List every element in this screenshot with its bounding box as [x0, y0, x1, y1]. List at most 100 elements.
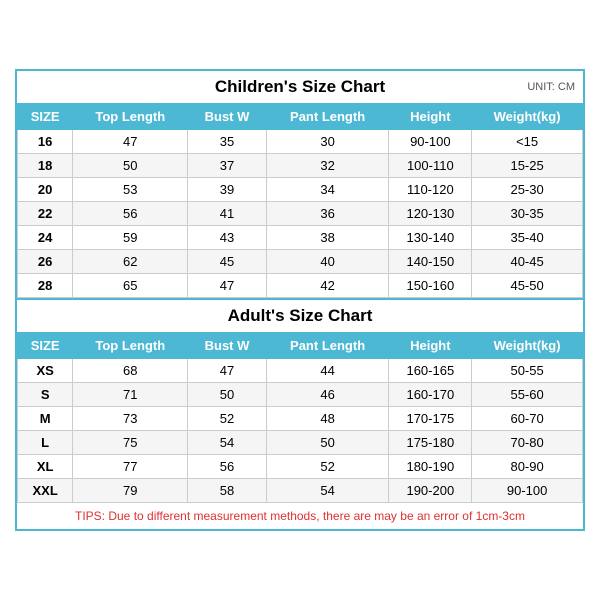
table-cell: 16 — [18, 130, 73, 154]
table-cell: 34 — [266, 178, 389, 202]
table-cell: 160-170 — [389, 383, 472, 407]
table-cell: 40-45 — [472, 250, 583, 274]
adult-col-weight: Weight(kg) — [472, 333, 583, 359]
adult-header-row: SIZE Top Length Bust W Pant Length Heigh… — [18, 333, 583, 359]
table-cell: XL — [18, 455, 73, 479]
table-cell: 47 — [188, 274, 266, 298]
table-cell: 80-90 — [472, 455, 583, 479]
table-cell: 25-30 — [472, 178, 583, 202]
children-col-top-length: Top Length — [73, 104, 188, 130]
table-cell: 32 — [266, 154, 389, 178]
table-cell: <15 — [472, 130, 583, 154]
table-cell: 79 — [73, 479, 188, 503]
table-cell: 44 — [266, 359, 389, 383]
adult-col-pant-length: Pant Length — [266, 333, 389, 359]
table-cell: 54 — [188, 431, 266, 455]
adult-col-size: SIZE — [18, 333, 73, 359]
children-header-row: SIZE Top Length Bust W Pant Length Heigh… — [18, 104, 583, 130]
table-cell: 77 — [73, 455, 188, 479]
table-cell: 59 — [73, 226, 188, 250]
children-col-bust-w: Bust W — [188, 104, 266, 130]
table-row: XXL795854190-20090-100 — [18, 479, 583, 503]
table-cell: 130-140 — [389, 226, 472, 250]
table-cell: 75 — [73, 431, 188, 455]
table-cell: 52 — [188, 407, 266, 431]
table-cell: 140-150 — [389, 250, 472, 274]
table-row: 24594338130-14035-40 — [18, 226, 583, 250]
table-cell: 48 — [266, 407, 389, 431]
table-row: XS684744160-16550-55 — [18, 359, 583, 383]
table-cell: 47 — [188, 359, 266, 383]
table-cell: 175-180 — [389, 431, 472, 455]
table-cell: 26 — [18, 250, 73, 274]
adult-col-top-length: Top Length — [73, 333, 188, 359]
table-row: S715046160-17055-60 — [18, 383, 583, 407]
table-cell: 30-35 — [472, 202, 583, 226]
table-cell: 160-165 — [389, 359, 472, 383]
table-cell: 71 — [73, 383, 188, 407]
table-row: XL775652180-19080-90 — [18, 455, 583, 479]
tips-row: TIPS: Due to different measurement metho… — [17, 503, 583, 529]
table-cell: 90-100 — [389, 130, 472, 154]
table-cell: 50 — [73, 154, 188, 178]
table-cell: 24 — [18, 226, 73, 250]
table-cell: 150-160 — [389, 274, 472, 298]
table-cell: 120-130 — [389, 202, 472, 226]
adult-chart-title: Adult's Size Chart — [228, 306, 373, 325]
children-chart-title: Children's Size Chart — [215, 77, 385, 96]
size-chart-container: Children's Size Chart UNIT: CM SIZE Top … — [15, 69, 585, 531]
table-row: 22564136120-13030-35 — [18, 202, 583, 226]
table-cell: 56 — [73, 202, 188, 226]
table-row: 28654742150-16045-50 — [18, 274, 583, 298]
table-cell: 43 — [188, 226, 266, 250]
table-cell: 55-60 — [472, 383, 583, 407]
adult-title-row: Adult's Size Chart — [17, 300, 583, 332]
table-cell: 50 — [188, 383, 266, 407]
table-cell: 35 — [188, 130, 266, 154]
table-row: 26624540140-15040-45 — [18, 250, 583, 274]
table-cell: M — [18, 407, 73, 431]
table-row: L755450175-18070-80 — [18, 431, 583, 455]
children-col-weight: Weight(kg) — [472, 104, 583, 130]
table-cell: 54 — [266, 479, 389, 503]
table-cell: 110-120 — [389, 178, 472, 202]
table-cell: 42 — [266, 274, 389, 298]
table-cell: 22 — [18, 202, 73, 226]
table-cell: 70-80 — [472, 431, 583, 455]
children-col-size: SIZE — [18, 104, 73, 130]
table-cell: XS — [18, 359, 73, 383]
table-cell: 100-110 — [389, 154, 472, 178]
table-cell: 39 — [188, 178, 266, 202]
table-cell: 90-100 — [472, 479, 583, 503]
table-cell: 52 — [266, 455, 389, 479]
table-cell: S — [18, 383, 73, 407]
table-cell: 50 — [266, 431, 389, 455]
table-row: 1647353090-100<15 — [18, 130, 583, 154]
table-cell: 18 — [18, 154, 73, 178]
table-cell: 50-55 — [472, 359, 583, 383]
table-cell: 40 — [266, 250, 389, 274]
table-cell: 15-25 — [472, 154, 583, 178]
table-cell: 36 — [266, 202, 389, 226]
table-cell: 60-70 — [472, 407, 583, 431]
table-cell: 37 — [188, 154, 266, 178]
adult-table: SIZE Top Length Bust W Pant Length Heigh… — [17, 332, 583, 503]
table-cell: 56 — [188, 455, 266, 479]
unit-label: UNIT: CM — [527, 81, 575, 93]
adult-col-height: Height — [389, 333, 472, 359]
children-table: SIZE Top Length Bust W Pant Length Heigh… — [17, 103, 583, 298]
table-cell: 46 — [266, 383, 389, 407]
tips-text: TIPS: Due to different measurement metho… — [75, 509, 525, 523]
children-title-row: Children's Size Chart UNIT: CM — [17, 71, 583, 103]
table-cell: 35-40 — [472, 226, 583, 250]
table-cell: 58 — [188, 479, 266, 503]
table-cell: L — [18, 431, 73, 455]
table-cell: 73 — [73, 407, 188, 431]
table-cell: 65 — [73, 274, 188, 298]
adult-col-bust-w: Bust W — [188, 333, 266, 359]
table-cell: 47 — [73, 130, 188, 154]
table-cell: 30 — [266, 130, 389, 154]
table-cell: 45 — [188, 250, 266, 274]
table-row: M735248170-17560-70 — [18, 407, 583, 431]
table-cell: XXL — [18, 479, 73, 503]
